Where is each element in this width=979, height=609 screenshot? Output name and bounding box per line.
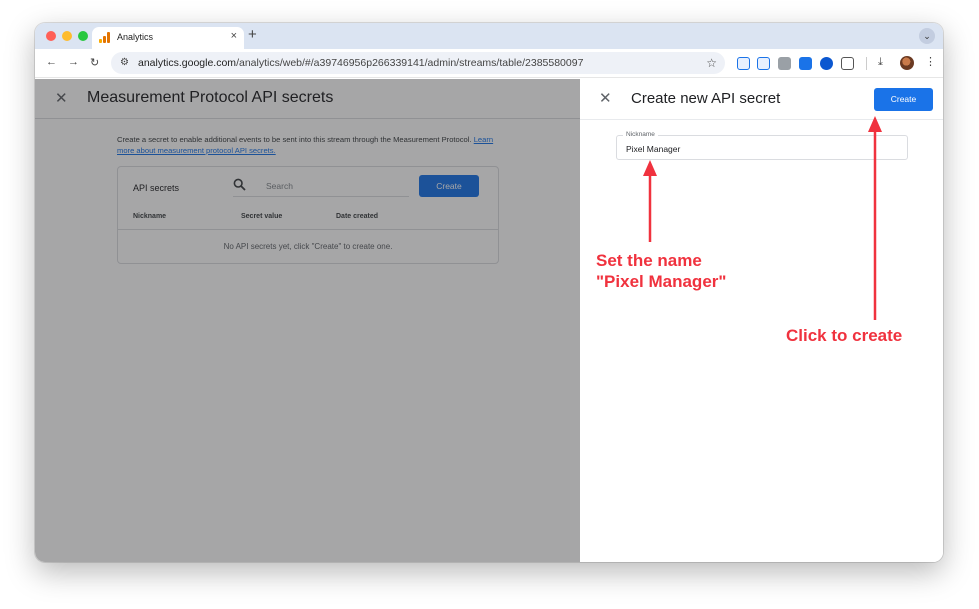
extension-tag-2-icon[interactable] — [757, 57, 770, 70]
browser-toolbar: ← → ↻ ⚙ analytics.google.com/analytics/w… — [35, 49, 943, 78]
minimize-window-button[interactable] — [62, 31, 72, 41]
close-window-button[interactable] — [46, 31, 56, 41]
extension-tag-icon[interactable] — [737, 57, 750, 70]
toolbar-separator — [866, 57, 867, 70]
download-icon[interactable]: ⤓ — [878, 56, 883, 69]
nickname-label: Nickname — [623, 131, 658, 138]
create-secret-panel: ✕ Create new API secret Create Nickname … — [580, 79, 943, 562]
url-path: /analytics/web/#/a39746956p266339141/adm… — [236, 57, 584, 69]
url-domain: analytics.google.com — [138, 57, 237, 69]
extensions-puzzle-icon[interactable] — [841, 57, 854, 70]
extension-code-icon[interactable] — [778, 57, 791, 70]
modal-scrim[interactable] — [35, 79, 580, 562]
maximize-window-button[interactable] — [78, 31, 88, 41]
url-text: analytics.google.com/analytics/web/#/a39… — [138, 57, 583, 69]
reload-icon[interactable]: ↻ — [90, 56, 99, 69]
bookmark-star-icon[interactable]: ☆ — [706, 56, 717, 70]
address-bar[interactable]: ⚙ analytics.google.com/analytics/web/#/a… — [111, 52, 725, 74]
create-button[interactable]: Create — [874, 88, 933, 111]
panel-close-icon[interactable]: ✕ — [599, 89, 612, 107]
extension-check-icon[interactable] — [799, 57, 812, 70]
annotation-set-name-line2: "Pixel Manager" — [596, 272, 727, 291]
new-tab-button[interactable]: + — [248, 26, 257, 44]
analytics-logo-icon — [99, 32, 110, 43]
profile-avatar[interactable] — [900, 56, 914, 70]
tab-strip: Analytics × + ⌄ — [35, 23, 943, 49]
menu-kebab-icon[interactable]: ⋮ — [925, 55, 936, 68]
panel-title: Create new API secret — [631, 90, 781, 107]
nickname-value: Pixel Manager — [626, 144, 681, 154]
tab-search-icon[interactable]: ⌄ — [919, 28, 935, 44]
tab-close-icon[interactable]: × — [231, 30, 237, 42]
tab-title: Analytics — [117, 32, 154, 42]
background-page: ✕ Measurement Protocol API secrets Creat… — [35, 79, 580, 562]
annotation-click-create: Click to create — [786, 326, 903, 345]
annotation-set-name: Set the name "Pixel Manager" — [596, 250, 726, 292]
page-content: ✕ Measurement Protocol API secrets Creat… — [35, 79, 943, 562]
site-settings-icon[interactable]: ⚙ — [120, 57, 129, 68]
password-manager-icon[interactable] — [820, 57, 833, 70]
browser-window: Analytics × + ⌄ ← → ↻ ⚙ analytics.google… — [35, 23, 943, 562]
annotation-set-name-line1: Set the name — [596, 251, 702, 270]
panel-divider — [580, 119, 943, 120]
tab-analytics[interactable]: Analytics × — [92, 27, 244, 49]
forward-icon[interactable]: → — [68, 56, 79, 68]
back-icon[interactable]: ← — [46, 56, 57, 68]
nickname-field[interactable]: Nickname Pixel Manager — [616, 131, 908, 160]
